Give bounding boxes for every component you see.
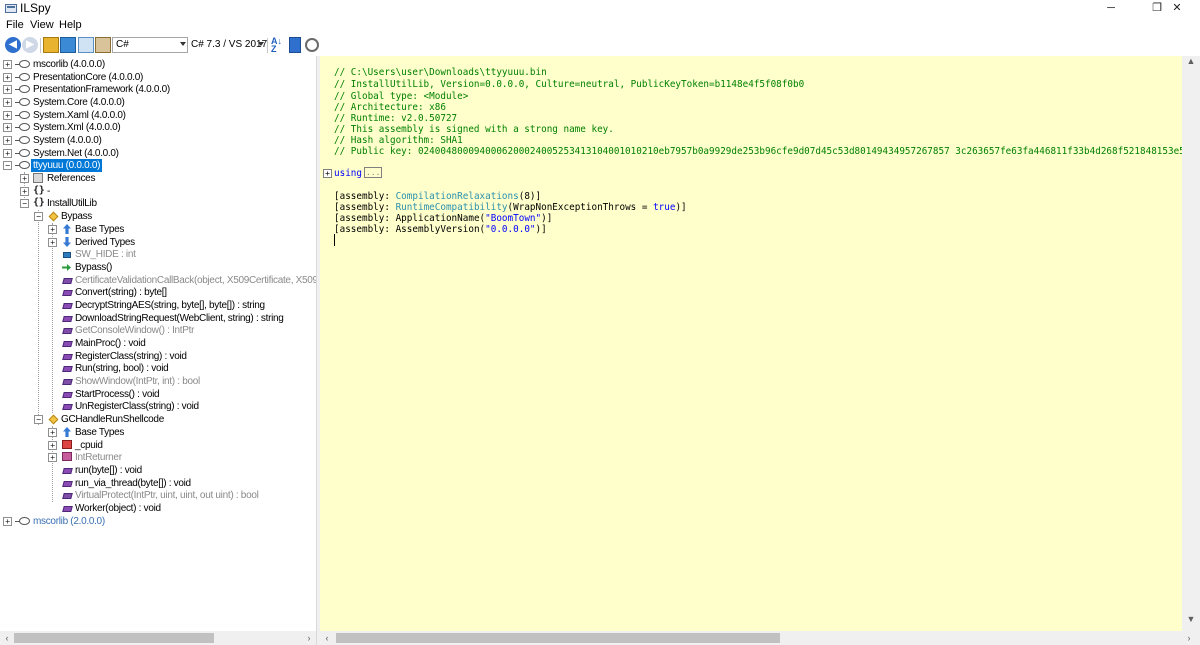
language-select[interactable]: C# (112, 37, 188, 53)
code-horizontal-scrollbar[interactable]: ‹ › (320, 631, 1200, 645)
menu-help[interactable]: Help (59, 18, 82, 32)
tree-item-class-bypass[interactable]: − Bypass (0, 210, 300, 223)
tree-item-method[interactable]: run(byte[]) : void (0, 464, 300, 477)
tree-item-assembly[interactable]: + System.Xml (4.0.0.0) (0, 121, 300, 134)
tree-item-references[interactable]: + References (0, 172, 300, 185)
tree-item-assembly[interactable]: + mscorlib (4.0.0.0) (0, 58, 300, 71)
show-all-icon[interactable] (95, 37, 111, 53)
title-bar: ILSpy ─ ❐ ✕ (0, 0, 1200, 17)
scroll-down-icon[interactable]: ▼ (1182, 614, 1200, 624)
decompiled-code-view[interactable]: // C:\Users\user\Downloads\ttyyuuu.bin /… (320, 56, 1182, 631)
tree-horizontal-scrollbar[interactable]: ‹ › (0, 631, 316, 645)
tree-item-field[interactable]: SW_HIDE : int (0, 248, 300, 261)
tree-item-method[interactable]: UnRegisterClass(string) : void (0, 400, 300, 413)
tree-item-constructor[interactable]: Bypass() (0, 261, 300, 274)
scrollbar-thumb[interactable] (336, 633, 780, 643)
close-button[interactable]: ✕ (1154, 0, 1200, 17)
tree-item-class-gchandlerunshellcode[interactable]: − GCHandleRunShellcode (0, 413, 300, 426)
scrollbar-thumb[interactable] (14, 633, 214, 643)
text-caret (334, 234, 335, 246)
folded-region[interactable]: ... (364, 167, 383, 178)
open-file-icon[interactable] (43, 37, 59, 53)
code-comment: // C:\Users\user\Downloads\ttyyuuu.bin (334, 67, 547, 78)
chevron-down-icon[interactable] (258, 42, 264, 46)
version-select[interactable]: C# 7.3 / VS 2017 (191, 38, 267, 52)
assembly-attribute: [assembly: AssemblyVersion("0.0.0.0")] (334, 224, 547, 235)
code-comment: // Public key: 0240048000940006200024005… (334, 146, 1182, 157)
scroll-up-icon[interactable]: ▲ (1182, 56, 1200, 66)
window-title: ILSpy (20, 1, 51, 15)
tree-item-method[interactable]: Convert(string) : byte[] (0, 286, 300, 299)
minimize-button[interactable]: ─ (1088, 0, 1134, 17)
toolbar-separator (267, 38, 268, 53)
expand-using-icon[interactable]: + (323, 169, 332, 178)
tree-item-method[interactable]: VirtualProtect(IntPtr, uint, uint, out u… (0, 489, 300, 502)
tree-item-method[interactable]: Worker(object) : void (0, 502, 300, 515)
tree-item-assembly[interactable]: + mscorlib (2.0.0.0) (0, 515, 300, 528)
tree-item-method[interactable]: DecryptStringAES(string, byte[], byte[])… (0, 299, 300, 312)
sort-icon[interactable]: A↓ Z (271, 37, 285, 54)
ilspy-app-icon (5, 4, 17, 13)
tree-item-delegate[interactable]: + IntReturner (0, 451, 300, 464)
tree-item-method[interactable]: MainProc() : void (0, 337, 300, 350)
tree-item-method[interactable]: ShowWindow(IntPtr, int) : bool (0, 375, 300, 388)
back-icon[interactable]: ◀ (5, 37, 21, 53)
using-directive[interactable]: using... (334, 167, 383, 180)
scroll-right-icon[interactable]: › (1182, 631, 1196, 645)
using-keyword: using (334, 168, 362, 179)
assembly-tree[interactable]: + mscorlib (4.0.0.0) + PresentationCore (4… (0, 56, 316, 631)
tree-item-base-types[interactable]: + Base Types (0, 426, 300, 439)
code-comment: // InstallUtilLib, Version=0.0.0.0, Cult… (334, 79, 805, 90)
toolbar-separator (40, 38, 41, 53)
menu-view[interactable]: View (30, 18, 54, 32)
tree-item-method[interactable]: Run(string, bool) : void (0, 362, 300, 375)
scroll-left-icon[interactable]: ‹ (320, 631, 334, 645)
tree-item-method[interactable]: GetConsoleWindow() : IntPtr (0, 324, 300, 337)
toolbar: ◀ ▶ C# C# 7.3 / VS 2017 A↓ Z (0, 35, 1200, 56)
chevron-down-icon[interactable] (180, 42, 186, 46)
menu-file[interactable]: File (6, 18, 24, 32)
tree-item-assembly[interactable]: + PresentationFramework (4.0.0.0) (0, 83, 300, 96)
menu-bar: File View Help (0, 17, 1200, 34)
tree-item-assembly[interactable]: + System (4.0.0.0) (0, 134, 300, 147)
scroll-left-icon[interactable]: ‹ (0, 631, 14, 645)
code-vertical-scrollbar[interactable]: ▲ ▼ (1182, 56, 1200, 631)
tree-item-base-types[interactable]: + Base Types (0, 223, 300, 236)
tree-item-namespace-installutillib[interactable]: −{} InstallUtilLib (0, 197, 300, 210)
forward-icon[interactable]: ▶ (22, 37, 38, 53)
language-select-value: C# (116, 39, 129, 50)
search-icon[interactable] (305, 38, 319, 52)
tree-view-icon[interactable] (289, 37, 301, 53)
scroll-right-icon[interactable]: › (302, 631, 316, 645)
tree-item-selected-assembly[interactable]: − ttyyuuu (0.0.0.0) (0, 159, 300, 172)
reload-icon[interactable] (60, 37, 76, 53)
show-internal-icon[interactable] (78, 37, 94, 53)
tree-item-assembly[interactable]: + System.Core (4.0.0.0) (0, 96, 300, 109)
